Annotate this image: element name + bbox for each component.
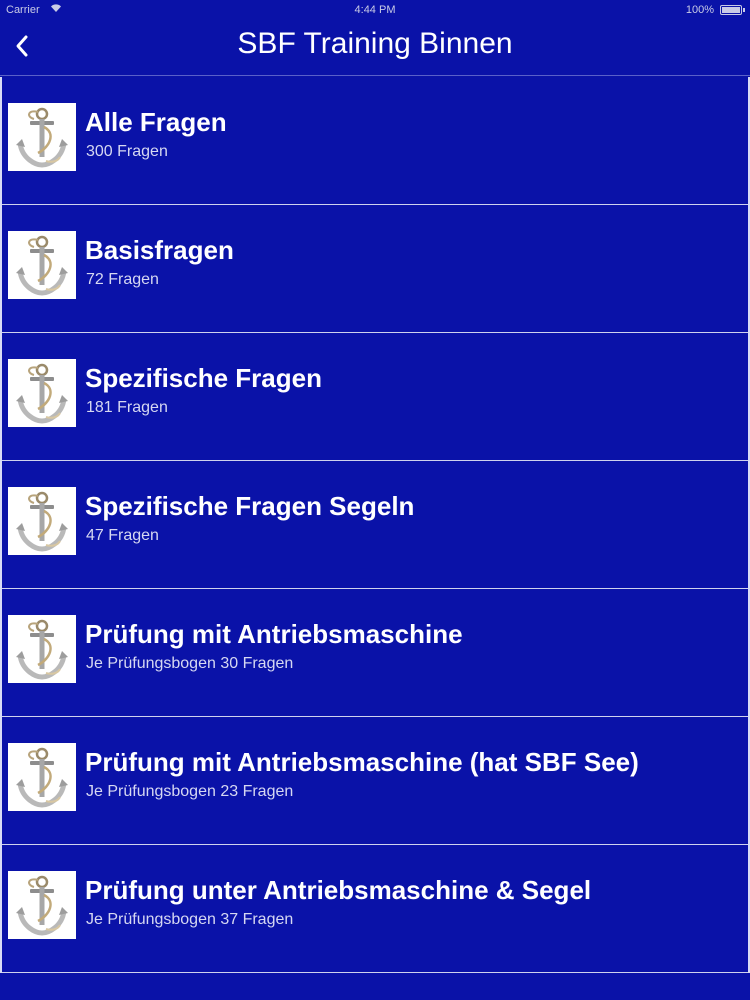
list-item[interactable]: Prüfung mit Antriebsmaschine Je Prüfungs… (2, 589, 748, 717)
list-item-title: Prüfung mit Antriebsmaschine (85, 619, 463, 649)
list-item-title: Prüfung unter Antriebsmaschine & Segel (85, 875, 592, 905)
list-item[interactable]: Alle Fragen 300 Fragen (2, 77, 748, 205)
list-item[interactable]: Spezifische Fragen 181 Fragen (2, 333, 748, 461)
list-item-subtitle: 181 Fragen (86, 399, 168, 416)
anchor-icon (8, 487, 76, 555)
list-item-subtitle: 300 Fragen (86, 143, 168, 160)
list-item[interactable]: Basisfragen 72 Fragen (2, 205, 748, 333)
list-item-subtitle: 72 Fragen (86, 271, 159, 288)
battery-icon (720, 5, 742, 15)
list-item[interactable]: Prüfung unter Antriebsmaschine & Segel J… (2, 845, 748, 973)
anchor-icon (8, 359, 76, 427)
status-time: 4:44 PM (354, 4, 396, 16)
navigation-bar: SBF Training Binnen (0, 22, 750, 76)
battery-percentage: 100% (685, 4, 714, 16)
list-item-title: Spezifische Fragen Segeln (85, 491, 415, 521)
list-item-subtitle: Je Prüfungsbogen 23 Fragen (86, 783, 294, 800)
page-title: SBF Training Binnen (237, 27, 513, 60)
anchor-icon (8, 743, 76, 811)
status-bar: Carrier 4:44 PM 100% (0, 0, 750, 22)
list-item-subtitle: Je Prüfungsbogen 30 Fragen (86, 655, 294, 672)
list-item-subtitle: Je Prüfungsbogen 37 Fragen (86, 911, 294, 928)
anchor-icon (8, 871, 76, 939)
list-item-title: Spezifische Fragen (85, 363, 322, 393)
anchor-icon (8, 615, 76, 683)
list-item-title: Basisfragen (85, 235, 234, 265)
list-item-subtitle: 47 Fragen (86, 527, 159, 544)
category-list: Alle Fragen 300 Fragen Basisfragen 72 Fr… (0, 77, 750, 973)
list-item[interactable]: Prüfung mit Antriebsmaschine (hat SBF Se… (2, 717, 748, 845)
list-item[interactable]: Spezifische Fragen Segeln 47 Fragen (2, 461, 748, 589)
list-item-title: Prüfung mit Antriebsmaschine (hat SBF Se… (85, 747, 639, 777)
anchor-icon (8, 103, 76, 171)
battery-tip (743, 8, 745, 12)
list-item-title: Alle Fragen (85, 107, 227, 137)
anchor-icon (8, 231, 76, 299)
